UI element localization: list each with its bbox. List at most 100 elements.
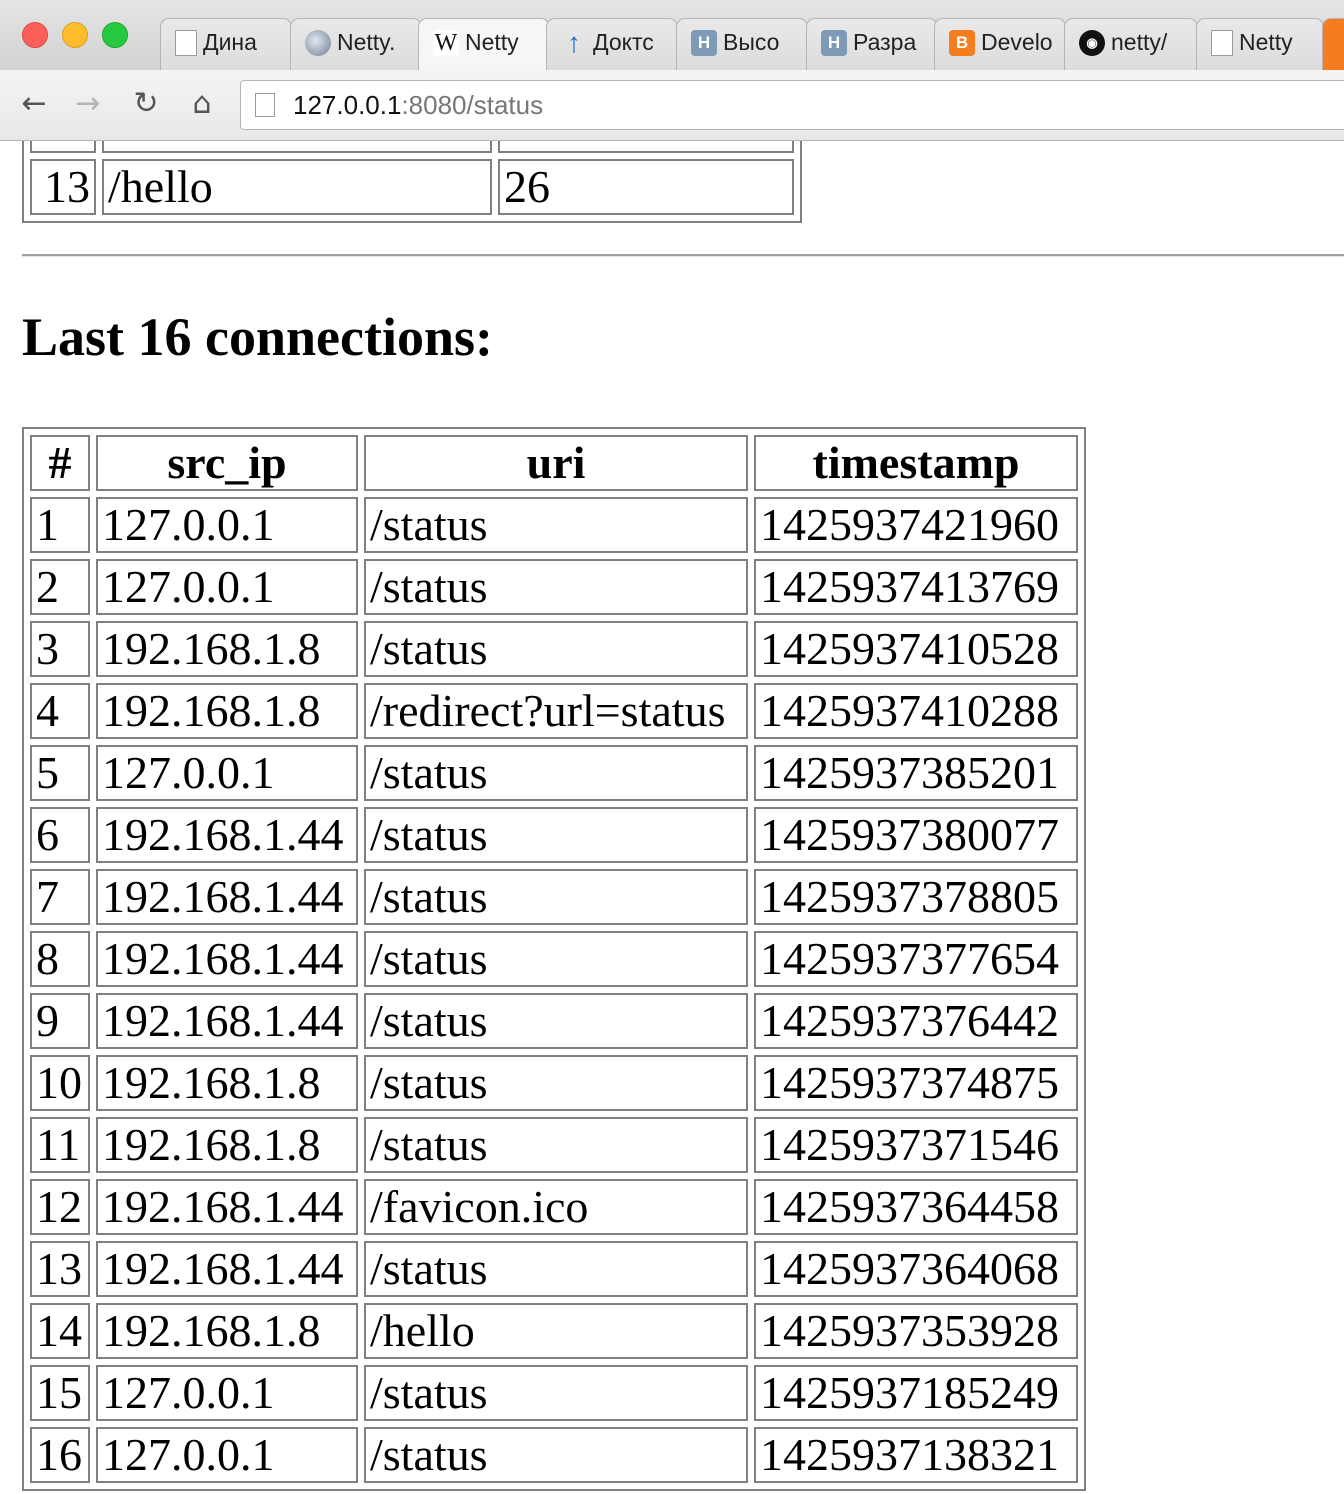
timestamp-cell: 1425937410528	[754, 621, 1078, 677]
browser-tab[interactable]: H Разра	[806, 18, 938, 70]
uri-cell: /status	[364, 1241, 748, 1297]
connections-table: # src_ip uri timestamp 1 127.0.0.1/status 142…	[22, 427, 1086, 1491]
row-number-cell: 3	[30, 621, 90, 677]
minimize-window-button[interactable]	[62, 22, 88, 48]
src-ip-cell: 127.0.0.1	[96, 1365, 358, 1421]
row-number-cell: 14	[30, 1303, 90, 1359]
browser-tab[interactable]: ◉ netty/	[1064, 18, 1198, 70]
timestamp-cell: 1425937185249	[754, 1365, 1078, 1421]
src-ip-cell: 127.0.0.1	[96, 497, 358, 553]
uri-cell: /status	[364, 1117, 748, 1173]
timestamp-cell: 1425937378805	[754, 869, 1078, 925]
uri-cell: /redirect?url=status	[364, 683, 748, 739]
uri-cell: /status	[364, 745, 748, 801]
uri-cell: /status	[364, 993, 748, 1049]
home-button[interactable]: ⌂	[184, 86, 220, 122]
tab-label: Доктс	[593, 29, 654, 55]
table-row: 11 192.168.1.8/status 1425937371546	[30, 1117, 1078, 1173]
browser-tab-active[interactable]: W Netty	[418, 18, 550, 70]
table-row: 2 127.0.0.1/status 1425937413769	[30, 559, 1078, 615]
src-ip-cell: 192.168.1.8	[96, 1117, 358, 1173]
browser-tab[interactable]: Netty.	[290, 18, 422, 70]
src-ip-cell: 192.168.1.44	[96, 931, 358, 987]
url-host: 127.0.0.1	[293, 90, 402, 120]
src-ip-cell: 192.168.1.8	[96, 1055, 358, 1111]
timestamp-cell: 1425937376442	[754, 993, 1078, 1049]
tab-label: Дина	[203, 29, 257, 55]
src-ip-cell: 192.168.1.8	[96, 621, 358, 677]
tab-label: Высо	[723, 29, 780, 55]
src-ip-cell: 192.168.1.44	[96, 993, 358, 1049]
arrow-up-icon: ↑	[567, 26, 581, 58]
browser-tab[interactable]: B Develo	[934, 18, 1066, 70]
table-row: 3 192.168.1.8/status 1425937410528	[30, 621, 1078, 677]
page-content: 12/redirect?url=status 1 13/hello 26 Last 1…	[0, 141, 1344, 1494]
row-number-cell: 9	[30, 993, 90, 1049]
browser-tab[interactable]: ↑ Доктс	[546, 18, 678, 70]
timestamp-cell: 1425937371546	[754, 1117, 1078, 1173]
browser-tab[interactable]: Дина	[160, 18, 292, 70]
zoom-window-button[interactable]	[102, 22, 128, 48]
timestamp-cell: 1425937364458	[754, 1179, 1078, 1235]
src-ip-cell: 192.168.1.44	[96, 1241, 358, 1297]
timestamp-cell: 1425937410288	[754, 683, 1078, 739]
browser-tab[interactable]: Netty	[1196, 18, 1324, 70]
browser-toolbar: ← → ↻ ⌂ 127.0.0.1:8080/status	[0, 70, 1344, 141]
address-bar[interactable]: 127.0.0.1:8080/status	[240, 80, 1344, 130]
github-icon: ◉	[1079, 29, 1105, 56]
header-uri: uri	[364, 435, 748, 491]
close-window-button[interactable]	[22, 22, 48, 48]
table-row: 4 192.168.1.8/redirect?url=status 14259374…	[30, 683, 1078, 739]
back-button[interactable]: ←	[16, 86, 52, 122]
table-row: 10 192.168.1.8/status 1425937374875	[30, 1055, 1078, 1111]
uri-cell: /status	[364, 1365, 748, 1421]
doc-icon	[1211, 29, 1233, 56]
header-timestamp: timestamp	[754, 435, 1078, 491]
connections-heading: Last 16 connections:	[22, 307, 493, 367]
timestamp-cell: 1425937353928	[754, 1303, 1078, 1359]
reload-button[interactable]: ↻	[128, 86, 164, 122]
tab-label: Netty.	[337, 29, 396, 55]
timestamp-cell: 1425937413769	[754, 559, 1078, 615]
table-row: 15 127.0.0.1/status 1425937185249	[30, 1365, 1078, 1421]
uri-cell: /favicon.ico	[364, 1179, 748, 1235]
src-ip-cell: 192.168.1.8	[96, 1303, 358, 1359]
table-row: 7 192.168.1.44/status 1425937378805	[30, 869, 1078, 925]
uri-cell: /status	[364, 931, 748, 987]
table-row: 14 192.168.1.8/hello 1425937353928	[30, 1303, 1078, 1359]
table-cell: 26	[498, 159, 794, 215]
row-number-cell: 6	[30, 807, 90, 863]
table-row: 13 192.168.1.44/status 1425937364068	[30, 1241, 1078, 1297]
table-cell: 13	[30, 159, 96, 215]
globe-icon	[305, 29, 331, 56]
forward-button[interactable]: →	[70, 86, 106, 122]
row-number-cell: 7	[30, 869, 90, 925]
row-number-cell: 1	[30, 497, 90, 553]
row-number-cell: 10	[30, 1055, 90, 1111]
doc-icon	[175, 29, 197, 56]
timestamp-cell: 1425937377654	[754, 931, 1078, 987]
timestamp-cell: 1425937364068	[754, 1241, 1078, 1297]
src-ip-cell: 192.168.1.44	[96, 1179, 358, 1235]
uri-cell: /hello	[364, 1303, 748, 1359]
url-path: :8080/status	[401, 90, 544, 120]
browser-tab[interactable]: H Высо	[676, 18, 808, 70]
uri-cell: /status	[364, 1055, 748, 1111]
table-cell: 12	[30, 141, 96, 153]
tab-label: Netty	[465, 29, 519, 55]
timestamp-cell: 1425937138321	[754, 1427, 1078, 1483]
src-ip-cell: 127.0.0.1	[96, 559, 358, 615]
tab-label: Netty	[1239, 29, 1293, 55]
uri-cell: /status	[364, 621, 748, 677]
table-header-row: # src_ip uri timestamp	[30, 435, 1078, 491]
header-src-ip: src_ip	[96, 435, 358, 491]
table-cell: /redirect?url=status	[102, 141, 492, 153]
timestamp-cell: 1425937421960	[754, 497, 1078, 553]
table-row: 9 192.168.1.44/status 1425937376442	[30, 993, 1078, 1049]
browser-tab[interactable]	[1322, 18, 1344, 70]
table-row: 1 127.0.0.1/status 1425937421960	[30, 497, 1078, 553]
row-number-cell: 15	[30, 1365, 90, 1421]
table-row: 6 192.168.1.44/status 1425937380077	[30, 807, 1078, 863]
table-row: 5 127.0.0.1/status 1425937385201	[30, 745, 1078, 801]
timestamp-cell: 1425937380077	[754, 807, 1078, 863]
